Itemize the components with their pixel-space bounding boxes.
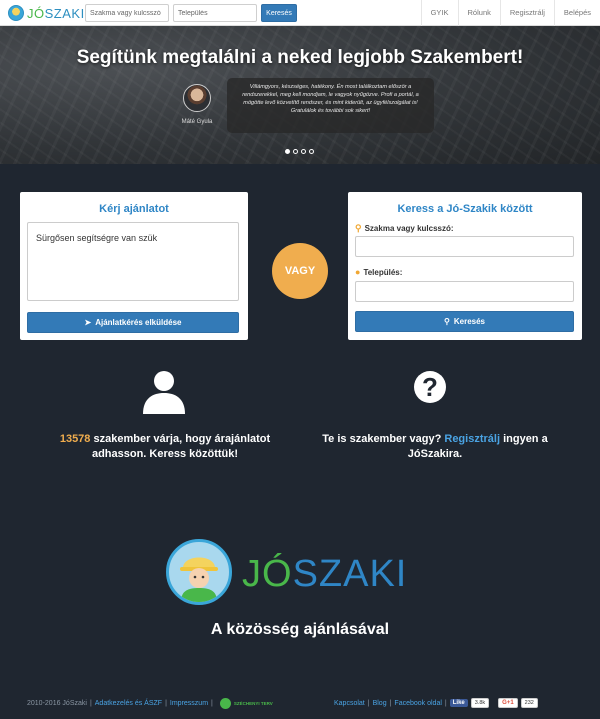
send-request-label: Ajánlatkérés elküldése [95, 318, 182, 327]
copyright: 2010-2016 JóSzaki [27, 700, 87, 707]
gplus-count: 232 [520, 698, 538, 708]
search-card-title: Keress a Jó-Szakik között [397, 203, 533, 215]
request-textarea[interactable]: Sürgősen segítségre van szük [27, 222, 239, 301]
logo-text: JÓSZAKI [27, 5, 85, 21]
search-button-label: Keresés [453, 317, 485, 326]
register-link[interactable]: Regisztrálj [444, 433, 500, 445]
blog-link[interactable]: Blog [373, 700, 387, 707]
question-icon: ? [414, 371, 446, 403]
footer: 2010-2016 JóSzaki | Adatkezelés és ÁSZF … [0, 690, 600, 719]
search-button-icon: ⚲ [444, 317, 450, 326]
brand-logo-icon [166, 539, 232, 605]
logo-icon [8, 5, 24, 21]
keyword-input[interactable] [355, 236, 574, 257]
footer-left: 2010-2016 JóSzaki | Adatkezelés és ÁSZF … [27, 698, 273, 709]
brand-logo-text: JÓSZAKI [242, 553, 408, 595]
top-navbar: JÓSZAKI Keresés GYIK Rólunk Regisztrálj … [0, 0, 600, 26]
site-logo[interactable]: JÓSZAKI [8, 4, 85, 22]
send-request-button[interactable]: ➤ Ajánlatkérés elküldése [27, 312, 239, 333]
search-card: Keress a Jó-Szakik között ⚲ Szakma vagy … [348, 192, 582, 340]
carousel-dot-1[interactable] [285, 149, 290, 154]
navbar-search-button[interactable]: Keresés [261, 4, 297, 22]
request-card-title: Kérj ajánlatot [99, 203, 169, 215]
nav-link-about[interactable]: Rólunk [457, 0, 500, 26]
register-prompt-text: Te is szakember vagy? Regisztrálj ingyen… [322, 433, 548, 460]
map-marker-icon: ● [355, 267, 361, 277]
szechenyi-logo-icon[interactable] [219, 698, 231, 709]
imprint-link[interactable]: Impresszum [170, 700, 208, 707]
location-label: ● Település: [355, 267, 403, 277]
hero-banner: Segítünk megtalálni a neked legjobb Szak… [0, 26, 600, 164]
nav-link-login[interactable]: Belépés [553, 0, 600, 26]
expert-count-text: 13578 szakember várja, hogy árajánlatot … [59, 433, 271, 460]
navbar-location-input[interactable] [173, 4, 257, 22]
navbar-links: GYIK Rólunk Regisztrálj Belépés [420, 0, 600, 26]
footer-right: Kapcsolat | Blog | Facebook oldal | Like… [334, 698, 538, 708]
facebook-link[interactable]: Facebook oldal [394, 700, 441, 707]
navbar-search-input[interactable] [85, 4, 169, 22]
nav-link-register[interactable]: Regisztrálj [499, 0, 554, 26]
request-quote-card: Kérj ajánlatot Sürgősen segítségre van s… [20, 192, 248, 340]
search-icon: ⚲ [355, 223, 362, 233]
or-badge: VAGY [272, 243, 328, 299]
testimonial-avatar [183, 84, 211, 112]
carousel-dot-3[interactable] [301, 149, 306, 154]
brand-tagline: A közösség ajánlásával [210, 621, 390, 638]
like-count: 3.8k [470, 698, 490, 708]
keyword-label: ⚲ Szakma vagy kulcsszó: [355, 223, 454, 233]
carousel-dot-2[interactable] [293, 149, 298, 154]
user-icon [143, 371, 185, 414]
testimonial-quote: Villámgyors, készséges, hatékony. Én mos… [227, 78, 434, 133]
facebook-like-button[interactable]: Like [449, 699, 468, 707]
szechenyi-label: SZÉCHENYI TERV [233, 701, 273, 706]
testimonial-name: Máté Gyula [181, 119, 213, 125]
send-icon: ➤ [84, 318, 92, 327]
carousel-dot-4[interactable] [309, 149, 314, 154]
expert-count: 13578 [59, 433, 91, 445]
gplus-button[interactable]: G+1 [498, 698, 518, 708]
nav-link-faq[interactable]: GYIK [420, 0, 458, 26]
location-input[interactable] [355, 281, 574, 302]
search-button[interactable]: ⚲ Keresés [355, 311, 574, 332]
terms-link[interactable]: Adatkezelés és ÁSZF [95, 700, 162, 707]
carousel-dots [285, 149, 314, 154]
contact-link[interactable]: Kapcsolat [334, 700, 365, 707]
hero-title: Segítünk megtalálni a neked legjobb Szak… [76, 47, 524, 68]
